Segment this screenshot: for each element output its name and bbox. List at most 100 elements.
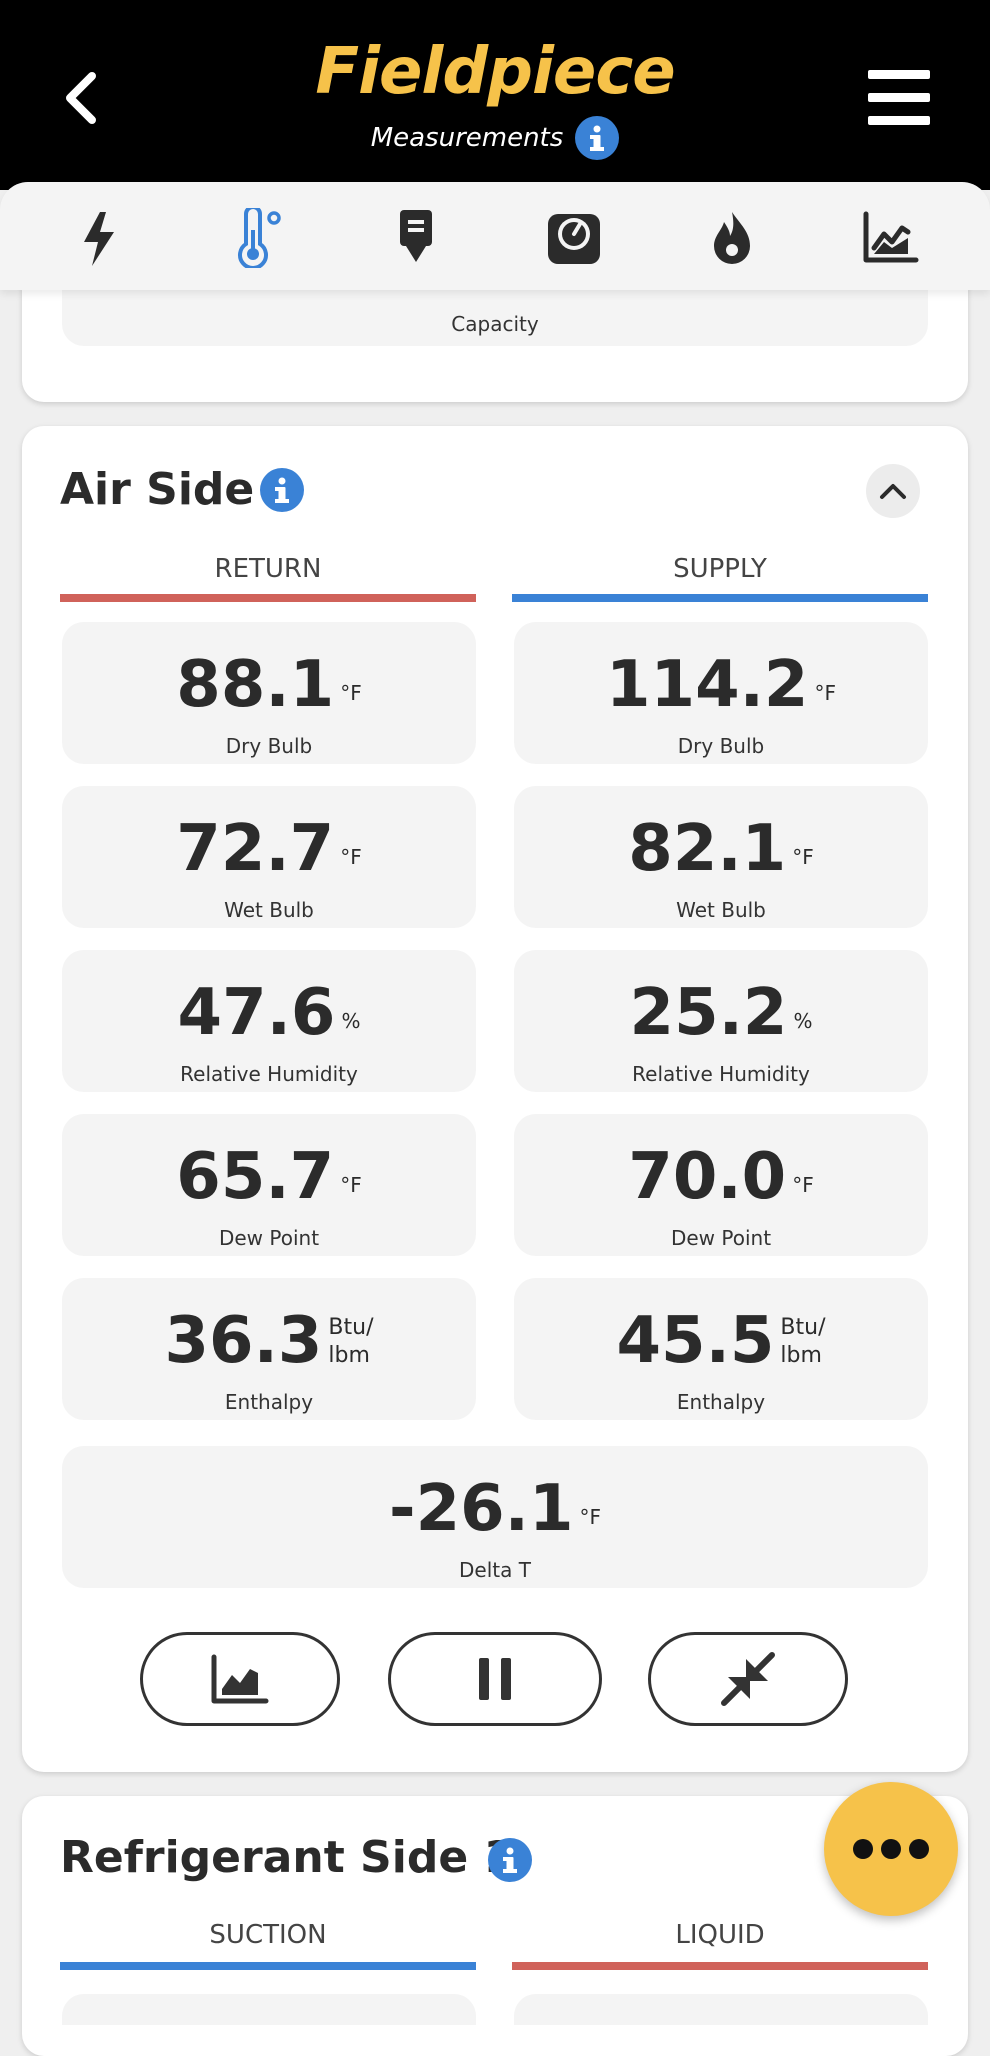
unit-line-2: lbm [780,1343,822,1368]
app-header: Fieldpiece Measurements [0,0,990,190]
info-icon [275,477,289,503]
reading-unit: °F [340,681,362,705]
supply-enthalpy-tile[interactable]: 45.5 Btu/lbm Enthalpy [514,1278,928,1420]
flame-icon [714,212,750,264]
suction-color-bar [60,1962,476,1970]
return-enthalpy-tile[interactable]: 36.3 Btu/lbm Enthalpy [62,1278,476,1420]
reading-unit: Btu/lbm [328,1314,373,1370]
reading-unit: °F [340,845,362,869]
reading-value-row: 65.7 °F [62,1142,476,1212]
reading-label: Dry Bulb [225,734,313,758]
supply-color-bar [512,594,928,602]
menu-line [868,93,930,102]
reading-value-row: 114.2 °F [514,650,928,720]
return-relative-humidity-tile[interactable]: 47.6% Relative Humidity [62,950,476,1092]
reading-unit: °F [340,1173,362,1197]
compress-arrows-icon [721,1652,775,1706]
tab-combustion[interactable] [702,208,762,268]
chart-icon [211,1654,269,1704]
more-options-button[interactable] [824,1782,958,1916]
download-probe-icon [400,210,432,262]
return-color-bar [60,594,476,602]
reading-value: 82.1 [628,812,787,886]
pause-icon [479,1658,511,1700]
more-dot [909,1839,929,1859]
reading-value-row: 25.2% [514,978,928,1048]
graph-button[interactable] [140,1632,340,1726]
minimize-button[interactable] [648,1632,848,1726]
reading-unit: °F [814,681,836,705]
reading-value-row: 47.6% [62,978,476,1048]
reading-label: Dry Bulb [677,734,765,758]
suction-reading-tile[interactable] [62,1994,476,2025]
return-dry-bulb-tile[interactable]: 88.1 °F Dry Bulb [62,622,476,764]
reading-value: 70.0 [628,1140,787,1214]
reading-value: 45.5 [616,1304,775,1378]
thermometer-icon [238,205,281,270]
liquid-reading-tile[interactable] [514,1994,928,2025]
lightning-icon [84,212,114,266]
page-title: Measurements [370,123,564,153]
reading-label: Wet Bulb [676,898,766,922]
reading-value: 114.2 [606,648,809,722]
collapse-air-side-button[interactable] [866,464,920,518]
delta-t-tile[interactable]: -26.1 °F Delta T [62,1446,928,1588]
reading-unit: Btu/lbm [780,1314,825,1370]
pause-button[interactable] [388,1632,602,1726]
fieldpiece-logo: Fieldpiece [315,35,675,109]
reading-unit: % [793,1009,813,1033]
unit-line-1: Btu/ [328,1315,374,1340]
info-icon [590,125,605,151]
capacity-label: Capacity [451,312,539,336]
tab-electrical[interactable] [70,208,130,268]
reading-value: 65.7 [176,1140,335,1214]
reading-label: Delta T [459,1558,531,1582]
suction-column-header: SUCTION [209,1920,327,1950]
refrigerant-side-title: Refrigerant Side 1 [60,1832,515,1883]
supply-dry-bulb-tile[interactable]: 114.2 °F Dry Bulb [514,622,928,764]
supply-dew-point-tile[interactable]: 70.0 °F Dew Point [514,1114,928,1256]
air-side-info-button[interactable] [260,468,304,512]
tab-probe[interactable] [386,208,446,268]
refrigerant-side-info-button[interactable] [488,1838,532,1882]
liquid-color-bar [512,1962,928,1970]
reading-value: -26.1 [389,1472,574,1546]
reading-unit: °F [579,1505,601,1529]
reading-value-row: 72.7 °F [62,814,476,884]
info-icon [503,1847,517,1873]
reading-value-row: 45.5 Btu/lbm [514,1306,928,1376]
reading-value: 47.6 [177,976,336,1050]
reading-value: 88.1 [176,648,335,722]
reading-value: 36.3 [164,1304,323,1378]
supply-column-header: SUPPLY [673,554,767,584]
reading-value-row: 88.1 °F [62,650,476,720]
more-dot [853,1839,873,1859]
tab-graph[interactable] [860,208,920,268]
reading-unit: °F [792,845,814,869]
return-dew-point-tile[interactable]: 65.7 °F Dew Point [62,1114,476,1256]
reading-value-row: 82.1 °F [514,814,928,884]
reading-value-row: -26.1 °F [62,1474,928,1544]
menu-line [868,70,930,79]
more-dot [881,1839,901,1859]
reading-label: Relative Humidity [632,1062,810,1086]
supply-relative-humidity-tile[interactable]: 25.2% Relative Humidity [514,950,928,1092]
unit-line-2: lbm [328,1343,370,1368]
return-wet-bulb-tile[interactable]: 72.7 °F Wet Bulb [62,786,476,928]
unit-line-1: Btu/ [780,1315,826,1340]
reading-unit: % [341,1009,361,1033]
measurements-info-button[interactable] [575,116,620,160]
reading-label: Dew Point [218,1226,320,1250]
hamburger-menu-button[interactable] [868,70,930,126]
supply-wet-bulb-tile[interactable]: 82.1 °F Wet Bulb [514,786,928,928]
reading-label: Enthalpy [676,1390,766,1414]
reading-label: Enthalpy [224,1390,314,1414]
return-column-header: RETURN [214,554,322,584]
tab-temperature[interactable] [228,205,288,270]
reading-unit: °F [792,1173,814,1197]
tab-pressure[interactable] [544,208,604,268]
reading-label: Relative Humidity [180,1062,358,1086]
page-subtitle-row: Measurements [0,116,990,160]
chevron-up-icon [880,484,906,499]
reading-value: 25.2 [629,976,788,1050]
